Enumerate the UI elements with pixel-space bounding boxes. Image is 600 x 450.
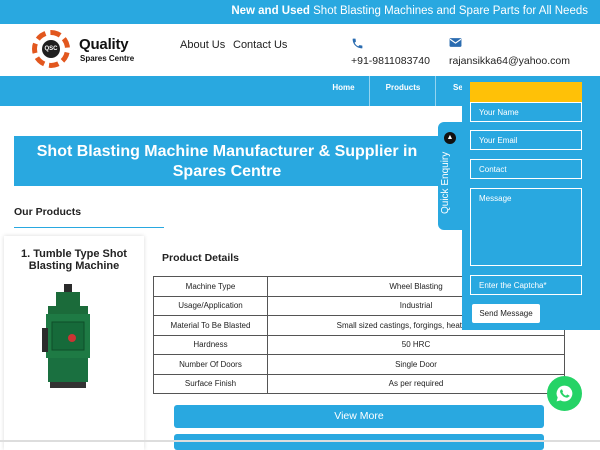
product-details-heading: Product Details — [162, 252, 240, 264]
banner-bold-text: New and Used — [231, 5, 310, 17]
menu-home[interactable]: Home — [318, 76, 370, 106]
detail-key: Hardness — [153, 334, 268, 355]
phone-icon — [351, 37, 364, 50]
email-input[interactable]: Your Email — [470, 130, 582, 150]
hero-title-line1: Shot Blasting Machine Manufacturer & Sup… — [36, 143, 418, 160]
captcha-input[interactable]: Enter the Captcha* — [470, 275, 582, 295]
detail-value: As per required — [267, 373, 565, 394]
banner-text: New and Used Shot Blasting Machines and … — [231, 5, 588, 17]
logo-gear-icon: QSC — [32, 30, 70, 68]
hero-title-line2: Spares Centre — [172, 163, 282, 180]
chevron-up-icon[interactable]: ▲ — [444, 132, 456, 144]
quick-enquiry-form: Your Name Your Email Contact Message Ent… — [462, 80, 600, 330]
header: QSC Quality Spares Centre About Us Conta… — [0, 24, 600, 76]
detail-key: Surface Finish — [153, 373, 268, 394]
form-header-bar — [470, 82, 582, 102]
product-image[interactable] — [42, 282, 94, 390]
detail-key: Usage/Application — [153, 295, 268, 316]
detail-value: Single Door — [267, 354, 565, 375]
product-title[interactable]: 1. Tumble Type Shot Blasting Machine — [4, 248, 144, 272]
top-banner: New and Used Shot Blasting Machines and … — [0, 0, 600, 24]
whatsapp-icon[interactable] — [547, 376, 582, 411]
logo[interactable]: QSC Quality Spares Centre — [32, 28, 142, 70]
detail-key: Number Of Doors — [153, 354, 268, 375]
table-row: Hardness 50 HRC — [153, 334, 565, 355]
send-message-button[interactable]: Send Message — [472, 304, 540, 323]
name-input[interactable]: Your Name — [470, 102, 582, 122]
product-card[interactable]: 1. Tumble Type Shot Blasting Machine — [4, 236, 144, 450]
email-address[interactable]: rajansikka64@yahoo.com — [449, 55, 570, 67]
logo-name: Quality — [79, 36, 129, 53]
phone-number[interactable]: +91-9811083740 — [351, 55, 430, 67]
menu-products[interactable]: Products — [371, 76, 436, 106]
page-divider — [0, 440, 600, 442]
logo-mark: QSC — [42, 40, 60, 58]
contact-input[interactable]: Contact — [470, 159, 582, 179]
envelope-icon — [449, 37, 462, 50]
banner-tagline: Shot Blasting Machines and Spare Parts f… — [313, 5, 588, 17]
detail-value: 50 HRC — [267, 334, 565, 355]
detail-key: Material To Be Blasted — [153, 315, 268, 336]
hero-banner: Shot Blasting Machine Manufacturer & Sup… — [14, 136, 440, 186]
secondary-button[interactable] — [174, 434, 544, 450]
nav-about-us[interactable]: About Us — [180, 39, 225, 51]
quick-enquiry-label: Quick Enquiry — [440, 151, 451, 214]
section-title: Our Products — [14, 206, 82, 218]
logo-subtitle: Spares Centre — [80, 54, 135, 63]
table-row: Number Of Doors Single Door — [153, 354, 565, 375]
view-more-button[interactable]: View More — [174, 405, 544, 428]
nav-contact-us[interactable]: Contact Us — [233, 39, 287, 51]
section-underline — [14, 227, 164, 228]
message-textarea[interactable]: Message — [470, 188, 582, 266]
detail-key: Machine Type — [153, 276, 268, 297]
table-row: Surface Finish As per required — [153, 373, 565, 394]
